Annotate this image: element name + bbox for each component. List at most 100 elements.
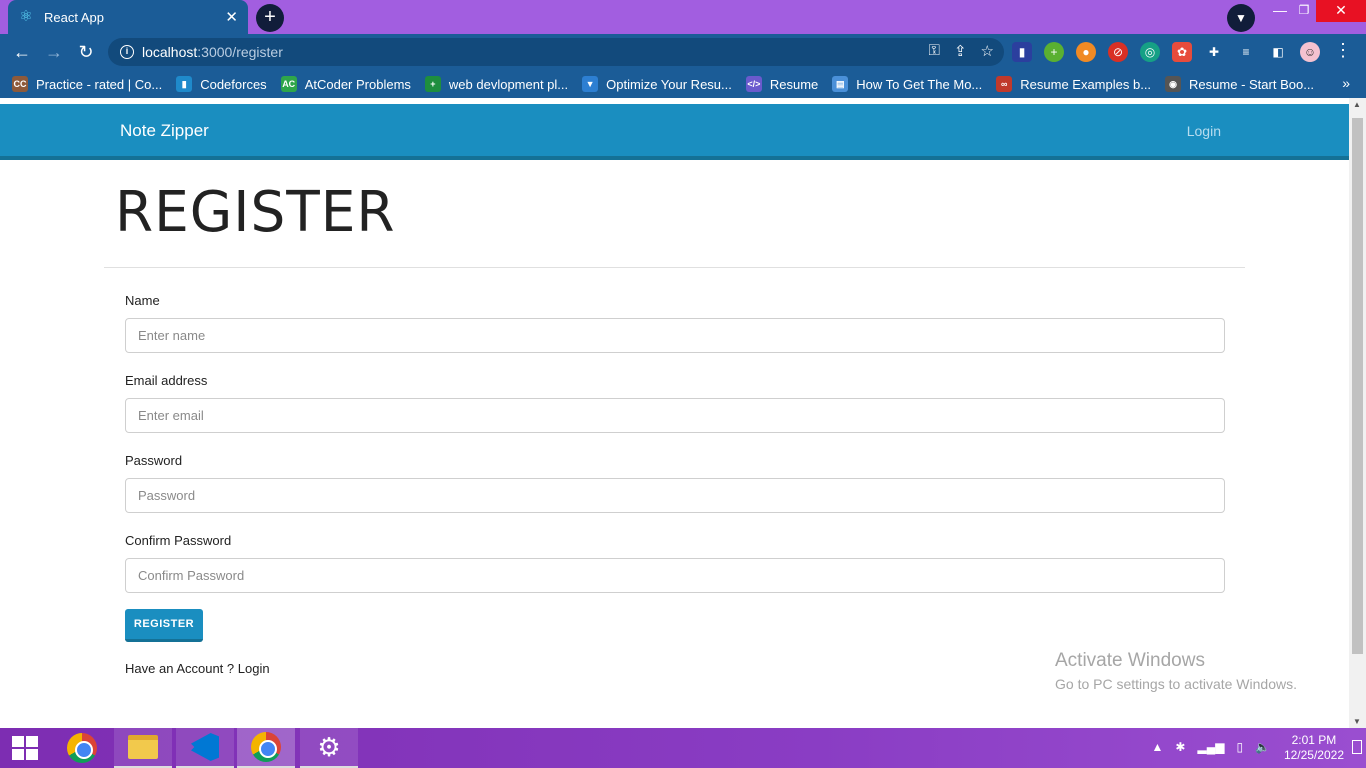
restore-button[interactable]: ❐ <box>1292 0 1316 22</box>
clock-time: 2:01 PM <box>1291 733 1337 747</box>
notification-icon[interactable] <box>1352 740 1362 754</box>
name-label: Name <box>125 293 160 308</box>
app-navbar: Note Zipper Login <box>0 104 1349 160</box>
share-icon[interactable]: ⇪ <box>954 42 967 60</box>
bookmark-item[interactable]: ∞ Resume Examples b... <box>996 76 1151 92</box>
back-arrow-icon[interactable]: ← <box>10 40 34 64</box>
extension-icon[interactable]: ✿ <box>1172 42 1192 62</box>
media-icon[interactable]: ≡ <box>1236 42 1256 62</box>
extension-icon[interactable]: ● <box>1076 42 1096 62</box>
tab-title: React App <box>44 9 104 25</box>
bookmark-label: How To Get The Mo... <box>856 76 983 92</box>
minimize-button[interactable]: — <box>1268 0 1292 22</box>
bookmark-AC-icon: AC <box>280 76 297 92</box>
window-close-button[interactable]: ✕ <box>1316 0 1366 22</box>
taskbar-chrome[interactable] <box>53 728 111 768</box>
bookmark-item[interactable]: ▮ Codeforces <box>176 76 267 92</box>
system-tray: ▲ ✱ ▂▄▆ ▯ 🔈 <box>1152 740 1270 754</box>
bookmark-item[interactable]: AC AtCoder Problems <box>280 76 411 92</box>
battery-icon[interactable]: ▯ <box>1236 740 1243 754</box>
close-icon[interactable]: ✕ <box>225 8 238 26</box>
extension-icon[interactable]: ◎ <box>1140 42 1160 62</box>
chevron-up-icon[interactable]: ▲ <box>1152 740 1164 754</box>
sidepanel-icon[interactable]: ◧ <box>1268 42 1288 62</box>
confirm-password-label: Confirm Password <box>125 533 232 548</box>
email-label: Email address <box>125 373 208 388</box>
bookmark-globe-icon: ◉ <box>1165 76 1182 92</box>
bookmark-label: Practice - rated | Co... <box>36 76 163 92</box>
taskbar-settings[interactable]: ⚙ <box>300 728 358 768</box>
register-button[interactable]: REGISTER <box>125 609 203 642</box>
confirm-password-field[interactable] <box>125 558 1225 593</box>
taskbar-chrome-active[interactable] <box>237 728 295 768</box>
bookmark-label: Optimize Your Resu... <box>606 76 732 92</box>
reload-icon[interactable]: ↻ <box>74 40 98 64</box>
account-prompt: Have an Account ? Login <box>125 661 270 676</box>
chrome-icon <box>67 733 97 763</box>
browser-tab-strip: ⚛ React App ✕ + ▼ — ❐ ✕ <box>0 0 1366 34</box>
page-title: REGISTER <box>115 180 396 245</box>
vertical-scrollbar[interactable]: ▲ ▼ <box>1349 98 1366 728</box>
scroll-up-icon[interactable]: ▲ <box>1353 100 1361 109</box>
windows-start-icon[interactable] <box>12 736 38 760</box>
address-bar[interactable]: i localhost:3000/register ⚿ ⇪ ☆ <box>108 38 1004 66</box>
info-icon[interactable]: i <box>120 45 134 59</box>
page-viewport: Note Zipper Login REGISTER Name Email ad… <box>0 98 1366 728</box>
block-icon[interactable]: ⊘ <box>1108 42 1128 62</box>
clock[interactable]: 2:01 PM 12/25/2022 <box>1284 733 1344 763</box>
chevron-down-icon[interactable]: ▼ <box>1227 4 1255 32</box>
bookmark-item[interactable]: ▼ Optimize Your Resu... <box>582 76 732 92</box>
taskbar: ⚙ ▲ ✱ ▂▄▆ ▯ 🔈 2:01 PM 12/25/2022 <box>0 728 1366 768</box>
bookmark-bar-icon: ▮ <box>176 76 193 92</box>
divider <box>104 267 1245 268</box>
watermark-title: Activate Windows <box>1055 650 1205 671</box>
bookmark-item[interactable]: ▤ How To Get The Mo... <box>832 76 982 92</box>
bookmark-item[interactable]: ◉ Resume - Start Boo... <box>1165 76 1314 92</box>
volume-icon[interactable]: 🔈 <box>1255 740 1270 754</box>
bookmark-item[interactable]: </> Resume <box>745 76 819 92</box>
bookmark-item[interactable]: + web devlopment pl... <box>424 76 569 92</box>
url-path: :3000/register <box>197 44 283 60</box>
url-host: localhost <box>142 44 198 60</box>
nav-login-link[interactable]: Login <box>1187 123 1221 139</box>
folder-icon <box>128 735 158 759</box>
bookmark-cc-icon: CC <box>12 76 28 92</box>
extension-icon[interactable]: ▮ <box>1012 42 1032 62</box>
forward-arrow-icon[interactable]: → <box>42 40 66 64</box>
star-icon[interactable]: ☆ <box>981 42 994 60</box>
activate-windows-watermark: Activate Windows Go to PC settings to ac… <box>1055 650 1297 692</box>
signal-icon[interactable]: ▂▄▆ <box>1197 740 1224 754</box>
bookmark--icon: + <box>424 76 441 92</box>
gear-icon: ⚙ <box>317 732 341 762</box>
taskbar-vscode[interactable] <box>176 728 234 768</box>
name-field[interactable] <box>125 318 1225 353</box>
password-field[interactable] <box>125 478 1225 513</box>
scroll-thumb[interactable] <box>1352 118 1363 654</box>
bookmarks-overflow-icon[interactable]: » <box>1342 75 1350 91</box>
bluetooth-icon[interactable]: ✱ <box>1175 740 1185 754</box>
taskbar-file-explorer[interactable] <box>114 728 172 768</box>
puzzle-icon[interactable]: ✚ <box>1204 42 1224 62</box>
key-icon[interactable]: ⚿ <box>929 42 940 60</box>
brand-link[interactable]: Note Zipper <box>120 121 209 141</box>
browser-toolbar: ← → ↻ i localhost:3000/register ⚿ ⇪ ☆ ▮ … <box>0 34 1366 70</box>
bookmark-label: Resume Examples b... <box>1020 76 1152 92</box>
account-prompt-text: Have an Account ? <box>125 661 238 676</box>
bookmark-book-icon: ▤ <box>832 76 849 92</box>
login-link[interactable]: Login <box>238 661 270 676</box>
browser-tab[interactable]: ⚛ React App ✕ <box>8 0 248 34</box>
bookmark-label: Resume - Start Boo... <box>1189 76 1315 92</box>
password-label: Password <box>125 453 183 468</box>
bookmark-label: web devlopment pl... <box>448 76 569 92</box>
bookmark-label: AtCoder Problems <box>304 76 411 92</box>
bookmark-label: Resume <box>769 76 819 92</box>
email-field[interactable] <box>125 398 1225 433</box>
menu-icon[interactable]: ⋮ <box>1334 40 1352 61</box>
new-tab-button[interactable]: + <box>256 4 284 32</box>
scroll-down-icon[interactable]: ▼ <box>1353 717 1361 726</box>
bookmark-item[interactable]: CC Practice - rated | Co... <box>12 76 162 92</box>
avatar[interactable]: ☺ <box>1300 42 1320 62</box>
bookmark-tie-icon: ▼ <box>582 76 599 92</box>
bookmark--icon: ∞ <box>996 76 1013 92</box>
extension-plus-icon[interactable]: + <box>1044 42 1064 62</box>
